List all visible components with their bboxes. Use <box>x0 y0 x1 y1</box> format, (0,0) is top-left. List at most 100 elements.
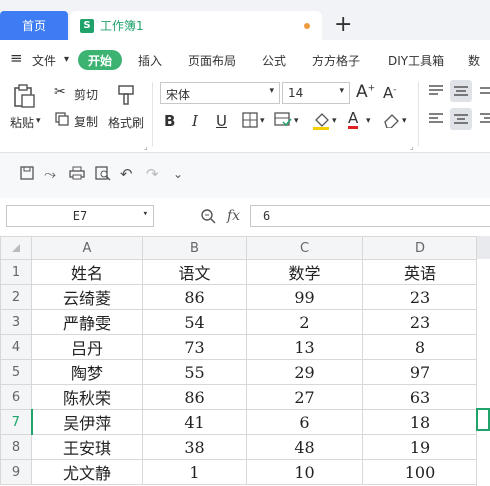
align-top-icon[interactable] <box>428 84 444 98</box>
add-tab-button[interactable]: + <box>334 13 352 37</box>
cell-d[interactable]: 97 <box>362 359 478 385</box>
align-middle-button[interactable] <box>450 80 472 102</box>
cut-button[interactable]: 剪切 <box>74 86 98 103</box>
undo-icon[interactable]: ↶ <box>120 165 133 183</box>
cell-b[interactable]: 38 <box>142 434 247 460</box>
row-header[interactable]: 7 <box>0 409 33 435</box>
bold-button[interactable]: B <box>164 112 175 130</box>
cell-b[interactable]: 86 <box>142 284 247 310</box>
cell-d[interactable]: 18 <box>362 409 478 435</box>
print-preview-icon[interactable] <box>95 166 111 181</box>
tab-workbook[interactable]: S 工作簿1 <box>70 11 322 40</box>
cell-c[interactable]: 99 <box>246 284 363 310</box>
row-header[interactable]: 6 <box>0 384 32 410</box>
formula-input[interactable]: 6 <box>250 205 490 227</box>
paste-button[interactable]: 粘贴 <box>10 114 34 131</box>
cell-a[interactable]: 严静雯 <box>31 309 143 335</box>
row-header[interactable]: 9 <box>0 459 32 485</box>
column-header-d[interactable]: D <box>362 236 478 260</box>
name-box[interactable]: E7 ▾ <box>6 205 154 227</box>
eraser-icon[interactable] <box>382 112 400 128</box>
cell-a[interactable]: 吴伊萍 <box>31 409 143 435</box>
column-header-a[interactable]: A <box>31 236 143 260</box>
print-icon[interactable] <box>69 166 85 180</box>
redo-icon[interactable]: ↷ <box>146 165 159 183</box>
align-bottom-icon[interactable] <box>480 84 490 98</box>
save-icon[interactable] <box>20 166 34 180</box>
cell-a[interactable]: 姓名 <box>31 259 143 285</box>
column-header-b[interactable]: B <box>142 236 247 260</box>
cell-b[interactable]: 41 <box>142 409 247 435</box>
cell-a[interactable]: 尤文静 <box>31 459 143 485</box>
column-e-partial[interactable] <box>476 236 490 486</box>
active-cell-e7[interactable] <box>476 408 490 431</box>
menu-start[interactable]: 开始 <box>78 50 122 70</box>
cell-b[interactable]: 73 <box>142 334 247 360</box>
cell-d[interactable]: 19 <box>362 434 478 460</box>
cell-c[interactable]: 29 <box>246 359 363 385</box>
row-header[interactable]: 3 <box>0 309 32 335</box>
select-all-corner[interactable] <box>0 236 32 260</box>
cell-b[interactable]: 86 <box>142 384 247 410</box>
cell-b[interactable]: 54 <box>142 309 247 335</box>
cell-a[interactable]: 陶梦 <box>31 359 143 385</box>
cell-c[interactable]: 10 <box>246 459 363 485</box>
cell-style-icon[interactable] <box>274 112 292 128</box>
increase-font-icon[interactable]: A+ <box>356 82 375 102</box>
align-center-button[interactable] <box>450 108 472 130</box>
group-expand-icon[interactable]: ⌟ <box>144 142 148 151</box>
cell-c[interactable]: 48 <box>246 434 363 460</box>
tab-home[interactable]: 首页 <box>0 11 68 40</box>
cell-d[interactable]: 23 <box>362 284 478 310</box>
row-header[interactable]: 8 <box>0 434 32 460</box>
font-name-select[interactable]: 宋体 ▾ <box>160 82 280 104</box>
border-icon[interactable] <box>242 112 258 128</box>
format-painter-button[interactable]: 格式刷 <box>108 114 144 131</box>
menu-file[interactable]: 文件 <box>32 52 56 69</box>
cell-d[interactable]: 23 <box>362 309 478 335</box>
cell-d[interactable]: 63 <box>362 384 478 410</box>
font-color-button[interactable]: A <box>348 110 359 129</box>
hamburger-icon[interactable]: ≡ <box>10 49 23 67</box>
group-expand-icon[interactable]: ⌟ <box>410 142 414 151</box>
row-header[interactable]: 5 <box>0 359 32 385</box>
underline-button[interactable]: U <box>216 112 227 130</box>
output-icon[interactable]: ⤳ <box>44 165 56 183</box>
zoom-search-icon[interactable] <box>200 208 216 224</box>
copy-button[interactable]: 复制 <box>74 113 98 130</box>
cell-c[interactable]: 27 <box>246 384 363 410</box>
align-right-icon[interactable] <box>480 112 490 126</box>
menu-insert[interactable]: 插入 <box>138 52 162 69</box>
cell-d[interactable]: 100 <box>362 459 478 485</box>
cell-b[interactable]: 语文 <box>142 259 247 285</box>
row-header[interactable]: 2 <box>0 284 32 310</box>
cell-a[interactable]: 王安琪 <box>31 434 143 460</box>
menu-fangfang[interactable]: 方方格子 <box>312 52 360 69</box>
cell-c[interactable]: 数学 <box>246 259 363 285</box>
menu-diy[interactable]: DIY工具箱 <box>388 52 444 69</box>
menu-formula[interactable]: 公式 <box>262 52 286 69</box>
column-header-e[interactable] <box>477 236 490 259</box>
customize-dropdown-icon[interactable]: ⌄ <box>173 167 183 181</box>
cell-a[interactable]: 云绮菱 <box>31 284 143 310</box>
cell-b[interactable]: 1 <box>142 459 247 485</box>
cell-c[interactable]: 13 <box>246 334 363 360</box>
cell-d[interactable]: 8 <box>362 334 478 360</box>
row-header[interactable]: 4 <box>0 334 32 360</box>
align-left-icon[interactable] <box>428 112 444 126</box>
cell-c[interactable]: 6 <box>246 409 363 435</box>
menu-more[interactable]: 数 <box>468 52 480 69</box>
italic-button[interactable]: I <box>192 112 198 130</box>
decrease-font-icon[interactable]: A- <box>383 84 397 102</box>
menu-page-layout[interactable]: 页面布局 <box>188 52 236 69</box>
cell-b[interactable]: 55 <box>142 359 247 385</box>
cell-a[interactable]: 陈秋荣 <box>31 384 143 410</box>
cell-c[interactable]: 2 <box>246 309 363 335</box>
fill-color-icon[interactable] <box>312 111 330 131</box>
cell-a[interactable]: 吕丹 <box>31 334 143 360</box>
row-header[interactable]: 1 <box>0 259 32 285</box>
fx-button[interactable]: fx <box>227 208 240 224</box>
column-header-c[interactable]: C <box>246 236 363 260</box>
font-size-select[interactable]: 14 ▾ <box>282 82 350 104</box>
cell-d[interactable]: 英语 <box>362 259 478 285</box>
